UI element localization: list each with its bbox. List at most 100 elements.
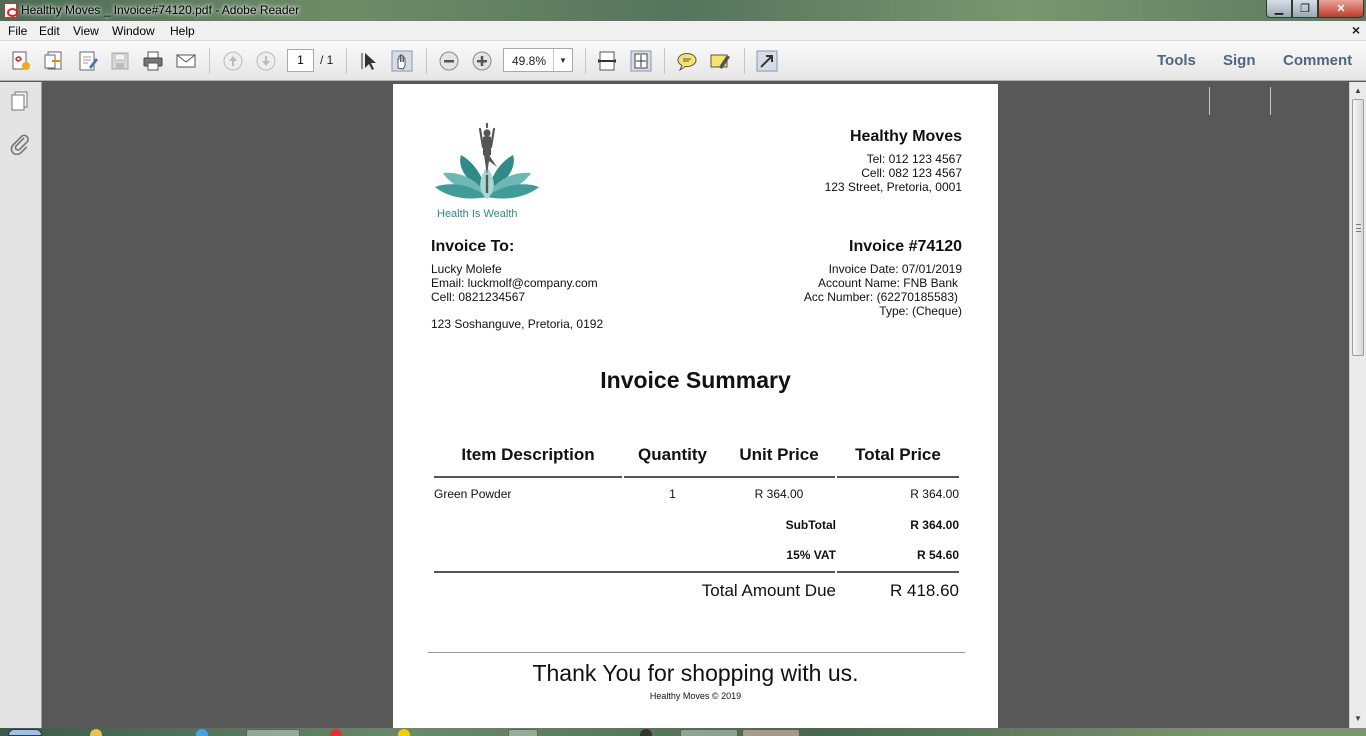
scrollbar-thumb[interactable] (1352, 99, 1364, 356)
select-tool-icon[interactable] (358, 50, 380, 72)
footer-copyright: Healthy Moves © 2019 (649, 691, 742, 701)
row-total: R 364.00 (910, 487, 959, 501)
combine-files-icon[interactable] (43, 50, 65, 72)
invoice-number: Invoice #74120 (849, 238, 962, 255)
attachments-icon[interactable] (9, 133, 31, 156)
header-divider (837, 476, 959, 478)
scroll-down-icon[interactable]: ▼ (1354, 714, 1362, 723)
toolbar-separator (1209, 87, 1210, 115)
navigation-pane (0, 82, 42, 728)
total-divider (434, 571, 835, 573)
total-due-label: Total Amount Due (701, 581, 836, 600)
page-total: / 1 (320, 53, 334, 67)
comment-icon[interactable] (676, 50, 698, 72)
company-cell: Cell: 082 123 4567 (861, 166, 962, 180)
minimize-button[interactable]: ▁ (1266, 0, 1292, 18)
total-divider (837, 571, 959, 573)
fit-width-icon[interactable] (596, 50, 618, 72)
company-address: 123 Street, Pretoria, 0001 (824, 180, 962, 194)
menu-bar: File Edit View Window Help × (0, 21, 1366, 41)
toolbar-separator (426, 48, 427, 74)
page-number-input[interactable]: 1 (287, 49, 314, 72)
print-icon[interactable] (142, 50, 164, 72)
header-divider (624, 476, 835, 478)
page-thumbnails-icon[interactable] (9, 90, 31, 112)
vat-value: R 54.60 (916, 548, 959, 562)
header-unit-price: Unit Price (739, 445, 819, 464)
window-title-bar: Healthy Moves _ Invoice#74120.pdf - Adob… (0, 0, 1366, 21)
vertical-scrollbar[interactable]: ▲ ▼ (1349, 82, 1366, 728)
comment-pane-button[interactable]: Comment (1283, 52, 1352, 69)
row-quantity: 1 (669, 487, 676, 501)
document-page: Health Is Wealth Healthy Moves Tel: 012 … (393, 84, 998, 736)
toolbar-separator (1270, 87, 1271, 115)
save-icon[interactable] (109, 50, 131, 72)
logo-tagline: Health Is Wealth (437, 208, 518, 220)
next-page-icon[interactable] (255, 50, 277, 72)
toolbar-separator (346, 48, 347, 74)
sign-pane-button[interactable]: Sign (1223, 52, 1256, 69)
edit-pdf-icon[interactable] (77, 50, 99, 72)
taskbar-item[interactable] (246, 729, 300, 736)
taskbar-item-active[interactable] (742, 729, 800, 736)
window-controls: ▁ ❐ ✕ (1266, 0, 1364, 18)
taskbar-item[interactable] (680, 729, 738, 736)
grip-icon (1356, 224, 1361, 232)
taskbar-app-icon[interactable] (90, 729, 102, 736)
chevron-down-icon[interactable]: ▼ (553, 49, 572, 71)
toolbar-separator (664, 48, 665, 74)
row-description: Green Powder (434, 487, 512, 501)
email-icon[interactable] (175, 50, 197, 72)
company-name: Healthy Moves (849, 128, 962, 145)
close-window-button[interactable]: ✕ (1318, 0, 1364, 18)
pdf-app-icon (4, 3, 18, 18)
toolbar-separator (744, 48, 745, 74)
highlight-icon[interactable] (709, 50, 731, 72)
header-quantity: Quantity (638, 445, 707, 464)
window-title: Healthy Moves _ Invoice#74120.pdf - Adob… (21, 3, 300, 17)
customer-name: Lucky Molefe (431, 262, 502, 276)
vat-label: 15% VAT (786, 548, 836, 562)
invoice-date: Invoice Date: 07/01/2019 (828, 262, 962, 276)
menu-view[interactable]: View (73, 24, 99, 38)
subtotal-value: R 364.00 (910, 518, 959, 532)
account-name: Account Name: FNB Bank (817, 276, 958, 290)
zoom-in-icon[interactable] (471, 50, 493, 72)
zoom-out-icon[interactable] (438, 50, 460, 72)
taskbar-app-icon[interactable] (196, 729, 208, 736)
taskbar-app-icon[interactable] (640, 729, 652, 736)
header-divider (434, 476, 622, 478)
menu-help[interactable]: Help (170, 24, 195, 38)
toolbar-separator (585, 48, 586, 74)
account-number: Acc Number: (62270185583) (803, 290, 958, 304)
menu-window[interactable]: Window (112, 24, 155, 38)
fit-page-icon[interactable] (630, 50, 652, 72)
company-tel: Tel: 012 123 4567 (866, 152, 962, 166)
zoom-select[interactable]: 49.8% ▼ (503, 48, 573, 72)
close-document-icon[interactable]: × (1352, 22, 1360, 38)
menu-edit[interactable]: Edit (39, 24, 60, 38)
footer-divider (428, 652, 965, 653)
full-screen-icon[interactable] (756, 50, 778, 72)
taskbar (0, 728, 1366, 736)
taskbar-app-icon[interactable] (330, 729, 342, 736)
start-button-icon[interactable] (8, 729, 42, 736)
total-due-value: R 418.60 (890, 581, 959, 600)
hand-tool-icon[interactable] (391, 50, 413, 72)
bill-to-heading: Invoice To: (431, 238, 515, 255)
summary-title: Invoice Summary (600, 367, 791, 393)
company-logo (431, 121, 543, 221)
menu-file[interactable]: File (8, 24, 27, 38)
row-unit-price: R 364.00 (754, 487, 804, 501)
header-total-price: Total Price (855, 445, 941, 464)
taskbar-app-icon[interactable] (398, 729, 410, 736)
previous-page-icon[interactable] (222, 50, 244, 72)
zoom-value: 49.8% (512, 54, 547, 68)
maximize-button[interactable]: ❐ (1292, 0, 1318, 18)
thank-you-message: Thank You for shopping with us. (532, 660, 859, 686)
scroll-up-icon[interactable]: ▲ (1354, 86, 1362, 95)
create-pdf-icon[interactable] (10, 50, 32, 72)
taskbar-item[interactable] (508, 729, 538, 736)
tools-pane-button[interactable]: Tools (1157, 52, 1196, 69)
header-item-description: Item Description (461, 445, 595, 464)
